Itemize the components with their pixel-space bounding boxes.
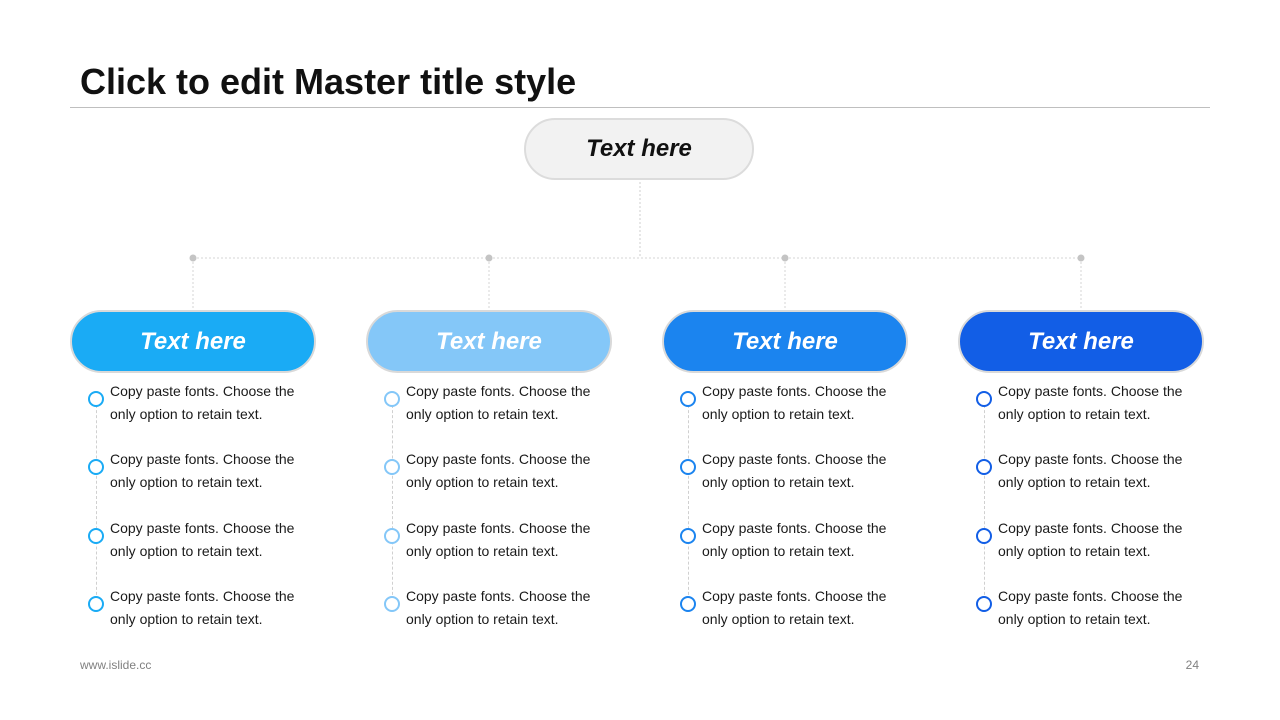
branch-node-3[interactable]: Text here (662, 310, 908, 373)
list-item-text[interactable]: Copy paste fonts. Choose the only option… (110, 517, 310, 563)
list-item: Copy paste fonts. Choose the only option… (968, 448, 1198, 496)
list-item: Copy paste fonts. Choose the only option… (376, 517, 606, 565)
list-item: Copy paste fonts. Choose the only option… (672, 517, 902, 565)
list-item: Copy paste fonts. Choose the only option… (672, 448, 902, 496)
branch-node-2[interactable]: Text here (366, 310, 612, 373)
list-item: Copy paste fonts. Choose the only option… (968, 517, 1198, 565)
list-item-text[interactable]: Copy paste fonts. Choose the only option… (702, 517, 902, 563)
list-item-text[interactable]: Copy paste fonts. Choose the only option… (406, 585, 606, 631)
ring-bullet-icon (88, 528, 104, 544)
junction-dot-1 (189, 254, 197, 262)
list-item-text[interactable]: Copy paste fonts. Choose the only option… (702, 448, 902, 494)
ring-bullet-icon (88, 459, 104, 475)
ring-bullet-icon (976, 459, 992, 475)
branch-node-1[interactable]: Text here (70, 310, 316, 373)
ring-bullet-icon (384, 459, 400, 475)
ring-bullet-icon (680, 459, 696, 475)
list-item-text[interactable]: Copy paste fonts. Choose the only option… (406, 448, 606, 494)
list-item-text[interactable]: Copy paste fonts. Choose the only option… (998, 380, 1198, 426)
list-item-text[interactable]: Copy paste fonts. Choose the only option… (998, 585, 1198, 631)
list-item-text[interactable]: Copy paste fonts. Choose the only option… (110, 585, 310, 631)
ring-bullet-icon (976, 596, 992, 612)
ring-bullet-icon (384, 596, 400, 612)
list-item: Copy paste fonts. Choose the only option… (80, 517, 310, 565)
item-guide-line-4 (984, 400, 985, 605)
list-item: Copy paste fonts. Choose the only option… (376, 585, 606, 633)
list-item-text[interactable]: Copy paste fonts. Choose the only option… (998, 517, 1198, 563)
ring-bullet-icon (680, 528, 696, 544)
list-item: Copy paste fonts. Choose the only option… (968, 585, 1198, 633)
list-item: Copy paste fonts. Choose the only option… (80, 380, 310, 428)
junction-dot-2 (485, 254, 493, 262)
item-guide-line-3 (688, 400, 689, 605)
list-item-text[interactable]: Copy paste fonts. Choose the only option… (406, 380, 606, 426)
list-item: Copy paste fonts. Choose the only option… (376, 380, 606, 428)
list-item-text[interactable]: Copy paste fonts. Choose the only option… (406, 517, 606, 563)
slide: Click to edit Master title style Text he… (0, 0, 1280, 720)
list-item: Copy paste fonts. Choose the only option… (672, 380, 902, 428)
ring-bullet-icon (88, 391, 104, 407)
footer-url: www.islide.cc (80, 658, 152, 672)
ring-bullet-icon (384, 391, 400, 407)
list-item: Copy paste fonts. Choose the only option… (80, 585, 310, 633)
item-guide-line-2 (392, 400, 393, 605)
list-item: Copy paste fonts. Choose the only option… (376, 448, 606, 496)
junction-dot-4 (1077, 254, 1085, 262)
root-node[interactable]: Text here (524, 118, 754, 180)
ring-bullet-icon (680, 391, 696, 407)
page-number: 24 (1185, 658, 1199, 672)
branch-node-4[interactable]: Text here (958, 310, 1204, 373)
list-item-text[interactable]: Copy paste fonts. Choose the only option… (702, 380, 902, 426)
ring-bullet-icon (680, 596, 696, 612)
list-item-text[interactable]: Copy paste fonts. Choose the only option… (110, 380, 310, 426)
ring-bullet-icon (88, 596, 104, 612)
ring-bullet-icon (384, 528, 400, 544)
junction-dot-3 (781, 254, 789, 262)
list-item-text[interactable]: Copy paste fonts. Choose the only option… (702, 585, 902, 631)
list-item-text[interactable]: Copy paste fonts. Choose the only option… (998, 448, 1198, 494)
list-item: Copy paste fonts. Choose the only option… (672, 585, 902, 633)
list-item-text[interactable]: Copy paste fonts. Choose the only option… (110, 448, 310, 494)
item-guide-line-1 (96, 400, 97, 605)
ring-bullet-icon (976, 391, 992, 407)
list-item: Copy paste fonts. Choose the only option… (968, 380, 1198, 428)
ring-bullet-icon (976, 528, 992, 544)
list-item: Copy paste fonts. Choose the only option… (80, 448, 310, 496)
